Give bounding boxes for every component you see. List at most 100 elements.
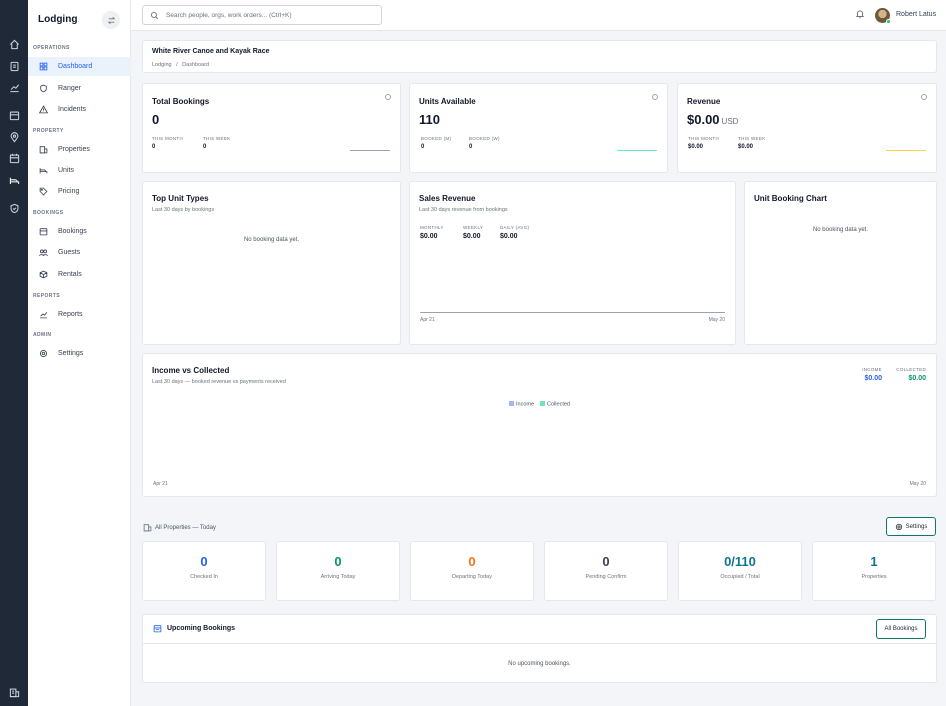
kpi-value: 110 bbox=[419, 112, 440, 127]
sidebar: Lodging OPERATIONS Dashboard Ranger Inci… bbox=[28, 0, 131, 706]
metric-value: $0.00 bbox=[420, 233, 438, 240]
kpi-title: Units Available bbox=[419, 97, 476, 106]
book-icon[interactable] bbox=[6, 58, 22, 74]
kpi-title: Total Bookings bbox=[152, 97, 210, 106]
info-icon[interactable] bbox=[921, 94, 927, 100]
kpi-sub-label: THIS WEEK bbox=[738, 136, 766, 141]
sidebar-item-guests[interactable]: Guests bbox=[28, 243, 131, 262]
kpi-sub-this-week: THIS WEEK $0.00 bbox=[738, 136, 765, 150]
breadcrumb-lodging[interactable]: Lodging bbox=[152, 62, 172, 68]
sidebar-item-units[interactable]: Units bbox=[28, 161, 131, 180]
page-header: White River Canoe and Kayak Race Lodging… bbox=[142, 40, 937, 73]
metric-value: $0.00 bbox=[500, 233, 518, 240]
legend-income[interactable]: Income bbox=[509, 401, 534, 408]
currency-unit: USD bbox=[721, 117, 739, 126]
stat-pending-confirm: 0 Pending Confirm bbox=[544, 541, 668, 601]
user-name[interactable]: Robert Latus bbox=[896, 11, 936, 18]
building-icon[interactable] bbox=[6, 684, 22, 700]
tag-icon bbox=[38, 187, 48, 197]
kpi-sub-value: 0 bbox=[203, 144, 207, 150]
home-icon[interactable] bbox=[6, 36, 22, 52]
kpi-title: Revenue bbox=[687, 97, 721, 106]
stat-checked-in: 0 Checked In bbox=[142, 541, 266, 601]
x-axis-start-label: Apr 21 bbox=[153, 481, 168, 487]
metric-label: DAILY (AVG) bbox=[500, 225, 530, 230]
search-box[interactable] bbox=[142, 5, 382, 25]
revenue-amount: $0.00 bbox=[687, 112, 720, 127]
box-icon bbox=[38, 270, 48, 280]
sidebar-item-incidents[interactable]: Incidents bbox=[28, 100, 131, 119]
income-label: INCOME bbox=[862, 367, 882, 372]
properties-settings-button[interactable]: Settings bbox=[886, 517, 936, 536]
chart-icon[interactable] bbox=[6, 79, 22, 95]
building-icon bbox=[143, 524, 152, 532]
unit-booking-chart-card: Unit Booking Chart No booking data yet. bbox=[744, 181, 937, 345]
legend-collected[interactable]: Collected bbox=[540, 401, 570, 408]
avatar[interactable] bbox=[875, 8, 891, 24]
search-input[interactable] bbox=[166, 11, 366, 19]
sidebar-item-ranger[interactable]: Ranger bbox=[28, 79, 131, 98]
building-icon bbox=[38, 145, 48, 155]
stat-label: Departing Today bbox=[452, 574, 492, 580]
top-bar: Robert Latus bbox=[131, 0, 946, 31]
stat-value: 0 bbox=[468, 554, 476, 569]
upcoming-bookings-card: Upcoming Bookings All Bookings No upcomi… bbox=[142, 614, 937, 683]
section-property: PROPERTY bbox=[33, 128, 64, 134]
panel-subtitle: Last 30 days by bookings bbox=[152, 207, 215, 213]
breadcrumb-separator: / bbox=[176, 62, 178, 68]
kpi-sub-label: BOOKED (M) bbox=[421, 136, 452, 141]
calendar-icon[interactable] bbox=[6, 150, 22, 166]
map-pin-icon[interactable] bbox=[6, 129, 22, 145]
sidebar-item-label: Ranger bbox=[58, 85, 81, 92]
kpi-sub-value: 0 bbox=[421, 144, 425, 150]
kpi-sub-value: $0.00 bbox=[688, 144, 704, 150]
section-reports: REPORTS bbox=[33, 293, 60, 299]
sidebar-item-rentals[interactable]: Rentals bbox=[28, 265, 131, 284]
info-icon[interactable] bbox=[652, 94, 658, 100]
income-vs-collected-card: Income vs Collected Last 30 days — booke… bbox=[142, 353, 937, 497]
breadcrumb: Lodging / Dashboard bbox=[152, 62, 212, 68]
calendar-icon bbox=[153, 624, 162, 633]
kpi-value: 0 bbox=[152, 112, 160, 127]
users-icon bbox=[38, 248, 48, 258]
bed-icon[interactable] bbox=[6, 172, 22, 188]
kpi-sub-label: THIS WEEK bbox=[203, 136, 231, 141]
calendar-icon[interactable] bbox=[6, 107, 22, 123]
gear-icon bbox=[895, 523, 902, 530]
sparkline bbox=[886, 150, 926, 151]
sidebar-item-pricing[interactable]: Pricing bbox=[28, 182, 131, 201]
sidebar-item-bookings[interactable]: Bookings bbox=[28, 222, 131, 241]
grid-icon bbox=[38, 62, 48, 72]
bell-icon[interactable] bbox=[855, 9, 865, 19]
collected-value: $0.00 bbox=[908, 375, 926, 382]
kpi-sub-this-month: THIS MONTH 0 bbox=[152, 136, 183, 150]
empty-message: No upcoming bookings. bbox=[508, 661, 571, 667]
metric-label: WEEKLY bbox=[463, 225, 484, 230]
all-bookings-button[interactable]: All Bookings bbox=[876, 619, 926, 639]
shield-icon[interactable] bbox=[6, 200, 22, 216]
sparkline bbox=[617, 150, 657, 151]
sidebar-item-dashboard[interactable]: Dashboard bbox=[28, 57, 131, 76]
metric-weekly: WEEKLY $0.00 bbox=[463, 225, 483, 240]
metric-daily: DAILY (AVG) $0.00 bbox=[500, 225, 529, 240]
button-label: Settings bbox=[905, 523, 928, 530]
stat-value: 0/110 bbox=[724, 554, 756, 569]
sidebar-item-settings[interactable]: Settings bbox=[28, 344, 131, 363]
stat-label: Pending Confirm bbox=[585, 574, 627, 580]
kpi-sub-booked-m: BOOKED (M) 0 bbox=[421, 136, 451, 150]
sidebar-item-label: Settings bbox=[58, 350, 84, 357]
sidebar-item-properties[interactable]: Properties bbox=[28, 140, 131, 159]
info-icon[interactable] bbox=[385, 94, 391, 100]
kpi-sub-label: THIS MONTH bbox=[688, 136, 719, 141]
online-status-dot bbox=[886, 19, 891, 24]
collapse-sidebar-button[interactable] bbox=[102, 11, 120, 29]
stat-label: Checked In bbox=[190, 574, 218, 580]
section-bookings: BOOKINGS bbox=[33, 210, 64, 216]
sidebar-item-label: Units bbox=[58, 167, 74, 174]
sidebar-item-reports[interactable]: Reports bbox=[28, 305, 131, 324]
panel-title: Sales Revenue bbox=[419, 194, 476, 203]
bed-icon bbox=[38, 166, 48, 176]
x-axis-end-label: May 20 bbox=[708, 317, 725, 323]
x-axis-end-label: May 20 bbox=[909, 481, 926, 487]
panel-title: Income vs Collected bbox=[152, 366, 230, 375]
